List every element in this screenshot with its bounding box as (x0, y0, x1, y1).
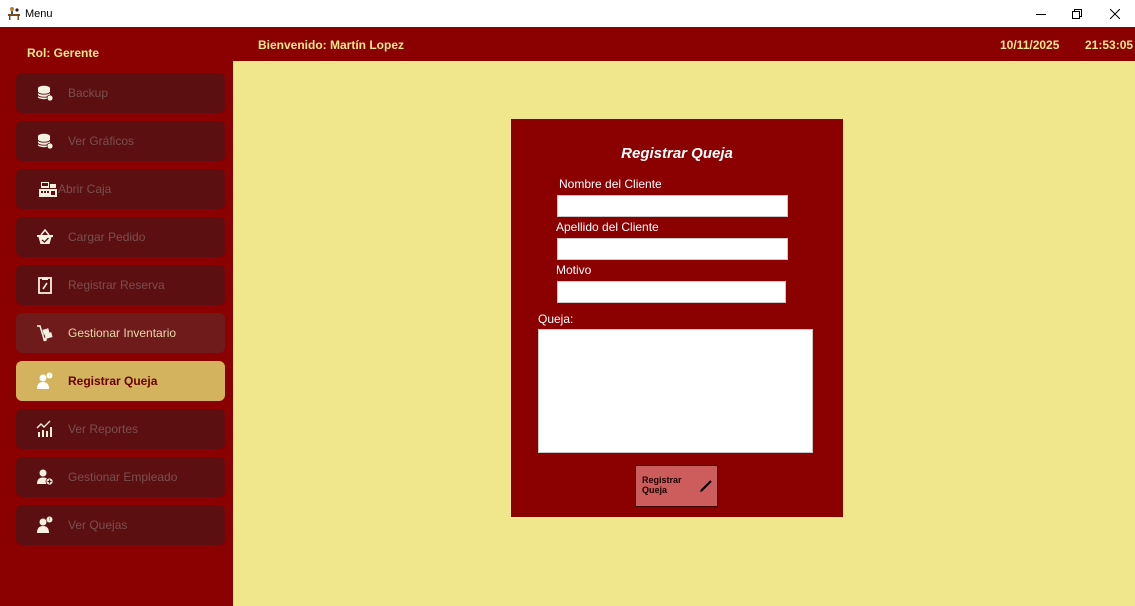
complaint-form: Registrar Queja Nombre del Cliente Apell… (511, 119, 843, 517)
close-icon (1110, 8, 1120, 19)
nombre-label: Nombre del Cliente (559, 177, 662, 191)
time-text: 21:53:05 (1085, 38, 1134, 52)
svg-text:!: ! (49, 373, 51, 379)
sidebar-item-label: Backup (68, 86, 109, 100)
date-text: 10/11/2025 (1000, 38, 1060, 52)
chart-trend-icon (36, 420, 52, 437)
database-icon (37, 85, 54, 102)
sidebar-item-cargar-pedido[interactable]: Cargar Pedido (16, 217, 225, 257)
window-titlebar: Menu (0, 0, 1135, 27)
database-icon (37, 133, 54, 150)
sidebar-item-ver-reportes[interactable]: Ver Reportes (16, 409, 225, 449)
restore-icon (1072, 8, 1082, 19)
app-icon (8, 7, 20, 20)
restore-button[interactable] (1058, 0, 1096, 27)
user-complaint-icon: ! (37, 372, 53, 389)
minimize-icon (1036, 13, 1046, 15)
pencil-icon (700, 480, 712, 492)
sidebar-item-gestionar-empleado[interactable]: Gestionar Empleado (16, 457, 225, 497)
sidebar-item-registrar-queja[interactable]: ! Registrar Queja (16, 361, 225, 401)
close-button[interactable] (1096, 0, 1134, 27)
apellido-label: Apellido del Cliente (556, 220, 659, 234)
add-user-icon (37, 469, 54, 486)
basket-icon (37, 228, 53, 244)
sidebar-item-abrir-caja[interactable]: Abrir Caja (16, 169, 225, 209)
motivo-label: Motivo (556, 263, 592, 277)
role-label: Rol: Gerente (27, 46, 100, 60)
sidebar-item-label: Registrar Reserva (68, 278, 165, 292)
sidebar-item-gestionar-inventario[interactable]: Gestionar Inventario (16, 313, 225, 353)
nombre-field[interactable] (557, 195, 788, 217)
welcome-text: Bienvenido: Martín Lopez (258, 38, 405, 52)
clipboard-icon (38, 277, 52, 294)
user-complaint-icon: ! (37, 516, 53, 533)
registrar-queja-button[interactable]: Registrar Queja (635, 465, 718, 507)
sidebar-item-label: Gestionar Inventario (68, 326, 177, 340)
form-title: Registrar Queja (621, 145, 733, 162)
sidebar-item-label: Gestionar Empleado (68, 470, 178, 484)
sidebar-item-label: Abrir Caja (58, 182, 112, 196)
window-title: Menu (25, 8, 53, 20)
hand-truck-icon (37, 325, 53, 342)
sidebar-item-backup[interactable]: Backup (16, 73, 225, 113)
sidebar: Rol: Gerente Backup Ver Gráficos Abrir C… (0, 27, 233, 606)
submit-label: Registrar Queja (642, 475, 682, 495)
minimize-button[interactable] (1022, 0, 1060, 27)
apellido-field[interactable] (557, 238, 788, 260)
sidebar-item-label: Ver Gráficos (68, 134, 135, 148)
cash-register-icon (39, 182, 57, 197)
sidebar-item-registrar-reserva[interactable]: Registrar Reserva (16, 265, 225, 305)
sidebar-item-label: Registrar Queja (68, 374, 158, 388)
sidebar-item-label: Cargar Pedido (68, 230, 146, 244)
motivo-field[interactable] (557, 281, 786, 303)
sidebar-item-label: Ver Quejas (68, 518, 128, 532)
sidebar-item-label: Ver Reportes (68, 422, 139, 436)
svg-text:!: ! (49, 517, 51, 523)
sidebar-item-ver-graficos[interactable]: Ver Gráficos (16, 121, 225, 161)
queja-label: Queja: (538, 312, 574, 326)
queja-textarea[interactable] (538, 329, 813, 453)
sidebar-item-ver-quejas[interactable]: ! Ver Quejas (16, 505, 225, 545)
